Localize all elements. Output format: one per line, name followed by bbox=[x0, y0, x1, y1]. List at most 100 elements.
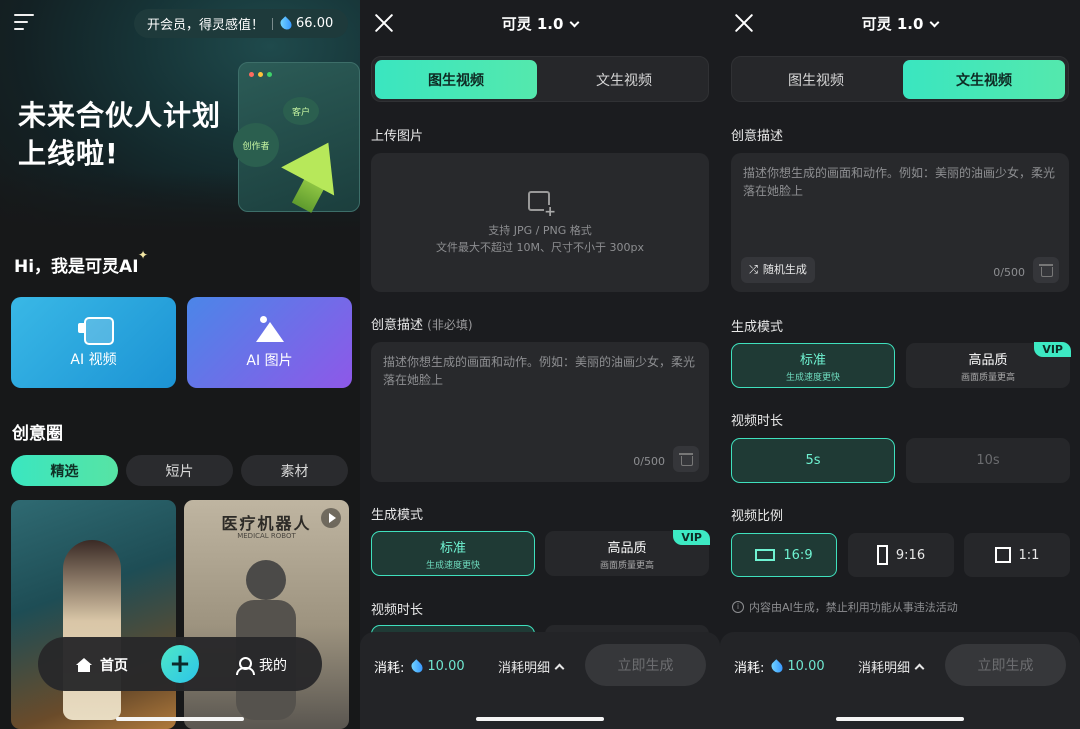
ai-image-label: AI 图片 bbox=[246, 352, 293, 369]
hero-title-line2: 上线啦! bbox=[18, 137, 119, 170]
robot-illustration bbox=[246, 560, 286, 600]
home-indicator bbox=[476, 717, 604, 721]
optional-hint: (非必填) bbox=[427, 318, 473, 332]
clear-icon[interactable] bbox=[673, 446, 699, 472]
cost-display: 消耗: 10.00 bbox=[374, 657, 465, 676]
feed-thumbnail[interactable]: 医疗机器人 MEDICAL ROBOT bbox=[184, 500, 349, 729]
ratio-9-16[interactable]: 9:16 bbox=[848, 533, 954, 577]
promo-text: 开会员，得灵感值！ bbox=[147, 18, 265, 33]
char-count: 0/500 bbox=[993, 266, 1025, 279]
greeting: Hi，我是可灵AI bbox=[14, 257, 139, 277]
feed-thumbnail[interactable] bbox=[11, 500, 176, 729]
ai-content-notice: i 内容由AI生成，禁止利用功能从事违法活动 bbox=[732, 599, 958, 615]
chevron-up-icon bbox=[914, 663, 925, 674]
nav-me[interactable]: 我的 bbox=[236, 655, 287, 675]
mode-standard[interactable]: 标准 生成速度更快 bbox=[731, 343, 895, 388]
tab-text-to-video[interactable]: 文生视频 bbox=[903, 60, 1065, 99]
mode-high-quality[interactable]: 高品质 画面质量更高 VIP bbox=[906, 342, 1071, 388]
menu-icon[interactable] bbox=[14, 14, 34, 30]
random-generate-label: 随机生成 bbox=[762, 263, 807, 276]
home-icon bbox=[76, 658, 92, 672]
mode-standard-label: 标准 bbox=[799, 352, 826, 368]
model-selector[interactable]: 可灵 1.0 bbox=[720, 13, 1080, 34]
mode-tabs: 图生视频 文生视频 bbox=[371, 56, 709, 102]
image-icon bbox=[254, 315, 286, 342]
figure-illustration bbox=[63, 540, 121, 720]
cost-value: 10.00 bbox=[787, 659, 825, 674]
duration-5s[interactable]: 5s bbox=[731, 438, 895, 483]
chevron-down-icon bbox=[929, 17, 940, 28]
clear-icon[interactable] bbox=[1033, 257, 1059, 283]
cost-detail-toggle[interactable]: 消耗明细 bbox=[498, 657, 565, 676]
cost-label: 消耗: bbox=[374, 661, 405, 676]
ratio-16-9-label: 16:9 bbox=[783, 547, 813, 563]
membership-promo[interactable]: 开会员，得灵感值！ 66.00 bbox=[134, 9, 348, 38]
generation-mode-label: 生成模式 bbox=[371, 508, 424, 523]
cost-value: 10.00 bbox=[427, 659, 465, 674]
mode-high-sub: 画面质量更高 bbox=[599, 560, 654, 571]
mode-standard-sub: 生成速度更快 bbox=[785, 372, 840, 383]
generate-button[interactable]: 立即生成 bbox=[945, 644, 1066, 686]
text-to-video-screen: 可灵 1.0 图生视频 文生视频 创意描述 描述你想生成的画面和动作。例如：美丽… bbox=[720, 0, 1080, 729]
nav-home[interactable]: 首页 bbox=[76, 655, 128, 675]
description-placeholder: 描述你想生成的画面和动作。例如：美丽的油画少女，柔光落在她脸上 bbox=[383, 355, 696, 387]
model-selector[interactable]: 可灵 1.0 bbox=[360, 13, 720, 34]
credit-drop-icon bbox=[278, 15, 294, 32]
cost-detail-label: 消耗明细 bbox=[858, 661, 911, 676]
play-icon bbox=[321, 508, 341, 528]
credit-drop-icon bbox=[769, 658, 786, 675]
vip-badge: VIP bbox=[1034, 342, 1071, 357]
divider bbox=[272, 17, 274, 30]
description-input[interactable]: 描述你想生成的画面和动作。例如：美丽的油画少女，柔光落在她脸上 0/500 bbox=[371, 342, 709, 482]
tab-image-to-video[interactable]: 图生视频 bbox=[375, 60, 537, 99]
upload-label: 上传图片 bbox=[371, 129, 424, 144]
home-indicator bbox=[836, 717, 964, 721]
ratio-1-1[interactable]: 1:1 bbox=[964, 533, 1070, 577]
description-label-text: 创意描述 bbox=[371, 318, 424, 333]
mode-standard-label: 标准 bbox=[439, 540, 466, 556]
generation-mode-label: 生成模式 bbox=[731, 320, 784, 335]
create-button[interactable]: + bbox=[161, 645, 199, 683]
mode-standard[interactable]: 标准 生成速度更快 bbox=[371, 531, 535, 576]
cost-display: 消耗: 10.00 bbox=[734, 657, 825, 676]
home-indicator bbox=[116, 717, 244, 721]
cost-detail-label: 消耗明细 bbox=[498, 661, 551, 676]
upload-dropzone[interactable]: 支持 JPG / PNG 格式 文件最大不超过 10M、尺寸不小于 300px bbox=[371, 153, 709, 292]
mode-high-quality[interactable]: 高品质 画面质量更高 VIP bbox=[545, 530, 710, 576]
upload-hint-size: 文件最大不超过 10M、尺寸不小于 300px bbox=[436, 241, 644, 254]
tab-text-to-video[interactable]: 文生视频 bbox=[543, 60, 705, 99]
chip-shorts[interactable]: 短片 bbox=[126, 455, 233, 486]
description-input[interactable]: 描述你想生成的画面和动作。例如：美丽的油画少女，柔光落在她脸上 ⤮ 随机生成 0… bbox=[731, 153, 1069, 292]
home-screen: 开会员，得灵感值！ 66.00 客户 创作者 未来合伙人计划 上线啦! Hi，我… bbox=[0, 0, 360, 729]
bottom-nav: 首页 + 我的 bbox=[38, 637, 322, 691]
ai-video-card[interactable]: AI 视频 bbox=[11, 297, 176, 388]
random-generate-button[interactable]: ⤮ 随机生成 bbox=[741, 257, 815, 283]
ai-image-card[interactable]: AI 图片 bbox=[187, 297, 352, 388]
chip-materials[interactable]: 素材 bbox=[241, 455, 348, 486]
generate-button[interactable]: 立即生成 bbox=[585, 644, 706, 686]
video-camera-icon bbox=[77, 316, 114, 345]
notice-text: 内容由AI生成，禁止利用功能从事违法活动 bbox=[749, 601, 958, 614]
credit-drop-icon bbox=[409, 658, 426, 675]
chevron-down-icon bbox=[569, 17, 580, 28]
ai-video-label: AI 视频 bbox=[70, 351, 117, 368]
hero-title: 未来合伙人计划 上线啦! bbox=[18, 97, 221, 173]
cost-detail-toggle[interactable]: 消耗明细 bbox=[858, 657, 925, 676]
chip-featured[interactable]: 精选 bbox=[11, 455, 118, 486]
hero-title-line1: 未来合伙人计划 bbox=[18, 99, 222, 132]
creator-bubble: 创作者 bbox=[233, 123, 279, 167]
mode-tabs: 图生视频 文生视频 bbox=[731, 56, 1069, 102]
duration-label: 视频时长 bbox=[731, 414, 784, 429]
description-placeholder: 描述你想生成的画面和动作。例如：美丽的油画少女，柔光落在她脸上 bbox=[743, 166, 1056, 198]
duration-10s[interactable]: 10s bbox=[906, 438, 1070, 483]
section-title: 创意圈 bbox=[12, 424, 63, 444]
vip-badge: VIP bbox=[673, 530, 710, 545]
model-name: 可灵 1.0 bbox=[501, 15, 564, 33]
bottom-bar: 消耗: 10.00 消耗明细 立即生成 bbox=[720, 632, 1080, 729]
tab-image-to-video[interactable]: 图生视频 bbox=[735, 60, 897, 99]
add-image-icon bbox=[528, 191, 556, 219]
credit-balance: 66.00 bbox=[296, 16, 334, 31]
cost-label: 消耗: bbox=[734, 661, 765, 676]
ratio-1-1-label: 1:1 bbox=[1018, 547, 1040, 563]
ratio-16-9[interactable]: 16:9 bbox=[731, 533, 837, 577]
